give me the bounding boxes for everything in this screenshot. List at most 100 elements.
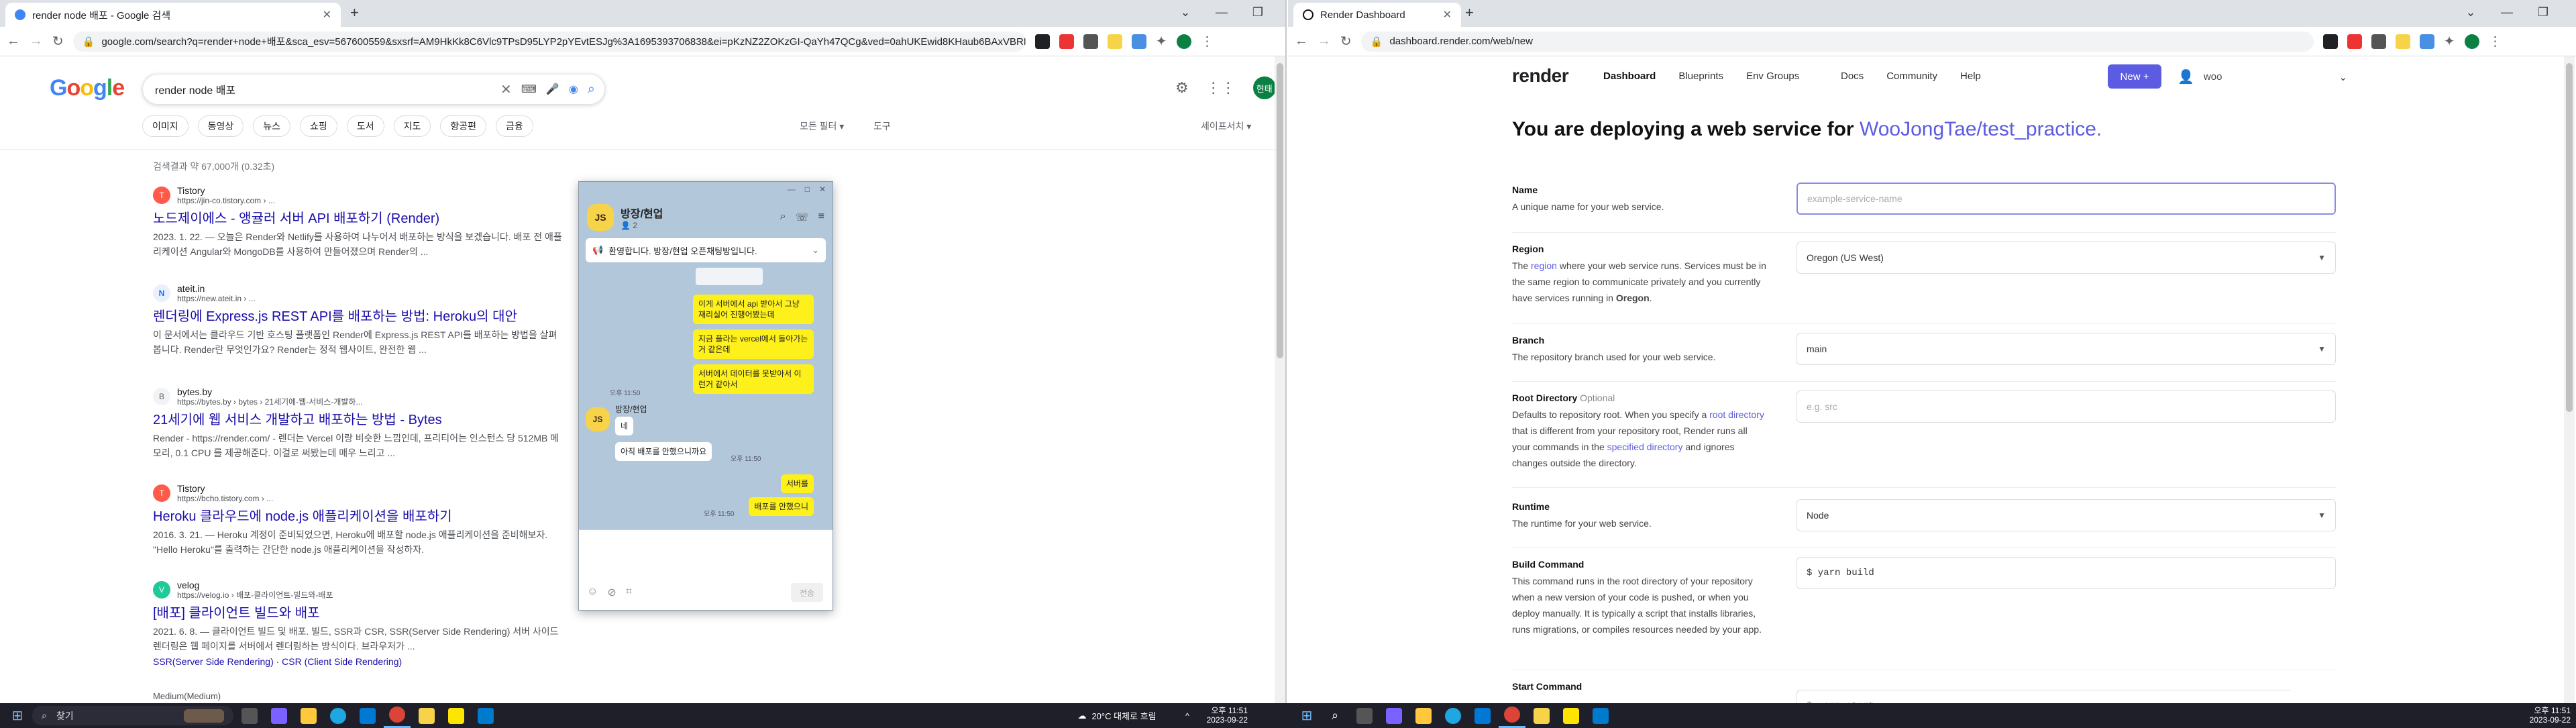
extension-icon[interactable] xyxy=(1107,34,1122,49)
menu-icon[interactable]: ≡ xyxy=(818,211,824,224)
profile-icon[interactable] xyxy=(2464,34,2479,49)
minimize-icon[interactable]: — xyxy=(2489,5,2525,19)
clock[interactable]: 오후 11:51 2023-09-22 xyxy=(2522,706,2571,725)
app-icon[interactable] xyxy=(1528,703,1555,728)
gear-icon[interactable]: ⚙ xyxy=(1175,79,1189,97)
chrome-icon[interactable] xyxy=(1499,703,1525,728)
scrollbar-thumb[interactable] xyxy=(2566,63,2573,412)
capture-icon[interactable]: ⌗ xyxy=(626,586,632,599)
vscode-icon[interactable] xyxy=(472,703,499,728)
result-title-link[interactable]: 렌더링에 Express.js REST API를 배포하는 방법: Herok… xyxy=(153,309,562,325)
new-tab-icon[interactable]: + xyxy=(350,4,359,21)
chrome-icon[interactable] xyxy=(384,703,411,728)
all-filters-button[interactable]: 모든 필터 ▾ xyxy=(800,119,844,133)
app-icon[interactable] xyxy=(295,703,322,728)
lens-icon[interactable]: ◉ xyxy=(569,83,578,96)
minimize-icon[interactable]: — xyxy=(788,185,796,197)
vscode-icon[interactable] xyxy=(1587,703,1614,728)
maximize-icon[interactable]: ❐ xyxy=(2525,5,2561,19)
puzzle-icon[interactable]: ✦ xyxy=(2444,33,2455,50)
keyboard-icon[interactable]: ⌨ xyxy=(521,83,537,96)
result-url[interactable]: https://bytes.by › bytes › 21세기에-웹-서비스-개… xyxy=(177,397,362,407)
start-command-input[interactable]: $ yarn start xyxy=(1796,690,2290,703)
region-select[interactable]: Oregon (US West) ▼ xyxy=(1796,242,2336,274)
menu-icon[interactable]: ⋮ xyxy=(1201,33,1214,50)
address-bar[interactable]: 🔒 google.com/search?q=render+node+배포&sca… xyxy=(72,31,1026,52)
result-url[interactable]: https://jin-co.tistory.com › ... xyxy=(177,196,275,205)
kakaotalk-icon[interactable] xyxy=(443,703,470,728)
chevron-down-icon[interactable]: ⌄ xyxy=(1167,5,1203,19)
result-url[interactable]: https://bcho.tistory.com › ... xyxy=(177,494,273,503)
reload-icon[interactable]: ↻ xyxy=(52,33,64,50)
app-icon[interactable] xyxy=(266,703,292,728)
nav-blueprints[interactable]: Blueprints xyxy=(1678,70,1723,82)
puzzle-icon[interactable]: ✦ xyxy=(1156,33,1167,50)
runtime-select[interactable]: Node ▼ xyxy=(1796,499,2336,531)
result-url[interactable]: https://new.ateit.in › ... xyxy=(177,294,256,303)
forward-icon[interactable]: → xyxy=(1318,34,1331,49)
specified-directory-link[interactable]: specified directory xyxy=(1607,441,1683,452)
app-icon[interactable] xyxy=(1381,703,1407,728)
apps-grid-icon[interactable]: ⋮⋮ xyxy=(1206,79,1236,97)
nav-community[interactable]: Community xyxy=(1886,70,1937,82)
extension-icon[interactable] xyxy=(2395,34,2410,49)
extension-icon[interactable] xyxy=(1059,34,1074,49)
windows-start-icon[interactable]: ⊞ xyxy=(5,703,30,728)
search-input[interactable]: render node 배포 xyxy=(155,81,491,97)
attach-icon[interactable]: ⊘ xyxy=(607,586,616,599)
avatar[interactable]: 현태 xyxy=(1252,76,1276,99)
chip-finance[interactable]: 금융 xyxy=(495,115,533,137)
app-icon[interactable] xyxy=(413,703,440,728)
search-icon[interactable]: ⌕ xyxy=(588,82,595,97)
extension-icon[interactable] xyxy=(1131,34,1146,49)
clear-icon[interactable]: ✕ xyxy=(500,81,512,98)
edge-icon[interactable] xyxy=(1440,703,1466,728)
extension-icon[interactable] xyxy=(2322,34,2338,49)
search-box[interactable]: render node 배포 ✕ ⌨ 🎤 ◉ ⌕ xyxy=(142,74,605,105)
new-tab-icon[interactable]: + xyxy=(1465,4,1474,21)
close-icon[interactable]: ✕ xyxy=(819,185,826,197)
chip-maps[interactable]: 지도 xyxy=(393,115,431,137)
profile-icon[interactable] xyxy=(1176,34,1191,49)
task-view-icon[interactable] xyxy=(236,703,263,728)
region-link[interactable]: region xyxy=(1531,260,1557,271)
chevron-down-icon[interactable]: ⌄ xyxy=(2453,5,2489,19)
extension-icon[interactable] xyxy=(2347,34,2362,49)
kakaotalk-icon[interactable] xyxy=(1558,703,1585,728)
chip-books[interactable]: 도서 xyxy=(346,115,384,137)
app-icon[interactable] xyxy=(354,703,381,728)
chip-videos[interactable]: 동영상 xyxy=(197,115,244,137)
result-url[interactable]: https://velog.io › 배포-클라이언트-빌드와-배포 xyxy=(177,590,333,600)
maximize-icon[interactable]: ❐ xyxy=(1240,5,1276,19)
taskbar-search[interactable]: ⌕ 찾기 xyxy=(32,706,233,725)
weather-widget[interactable]: ☁ 20°C 대체로 흐림 xyxy=(1060,703,1174,728)
result-title-link[interactable]: Heroku 클라우드에 node.js 애플리케이션을 배포하기 xyxy=(153,509,562,525)
result-title-link[interactable]: [배포] 클라이언트 빌드와 배포 xyxy=(153,605,562,621)
scrollbar-thumb[interactable] xyxy=(1277,63,1283,358)
root-directory-link[interactable]: root directory xyxy=(1709,409,1764,420)
maximize-icon[interactable]: □ xyxy=(805,185,810,197)
root-directory-input[interactable]: e.g. src xyxy=(1796,391,2336,423)
image-message[interactable] xyxy=(696,268,763,285)
search-icon[interactable]: ⌕ xyxy=(780,211,786,224)
scrollbar[interactable] xyxy=(2564,56,2575,703)
edge-icon[interactable] xyxy=(325,703,352,728)
tray-chevron-icon[interactable]: ^ xyxy=(1174,703,1201,728)
scrollbar[interactable] xyxy=(1275,56,1285,703)
back-icon[interactable]: ← xyxy=(7,34,20,49)
extension-icon[interactable] xyxy=(1083,34,1098,49)
build-command-input[interactable]: $ yarn build xyxy=(1796,557,2336,589)
user-menu[interactable]: 👤 woo ⌄ xyxy=(2178,68,2347,85)
nav-docs[interactable]: Docs xyxy=(1841,70,1864,82)
extension-icon[interactable] xyxy=(2371,34,2386,49)
reload-icon[interactable]: ↻ xyxy=(1340,33,1352,50)
send-button[interactable]: 전송 xyxy=(791,583,823,602)
windows-start-icon[interactable]: ⊞ xyxy=(1295,703,1319,728)
close-tab-icon[interactable]: ✕ xyxy=(1443,8,1452,21)
clock[interactable]: 오후 11:51 2023-09-22 xyxy=(1201,706,1248,725)
name-input[interactable]: example-service-name xyxy=(1796,183,2336,215)
chevron-down-icon[interactable]: ⌄ xyxy=(812,245,819,256)
repo-link[interactable]: WooJongTae/test_practice. xyxy=(1860,118,2102,140)
search-icon[interactable]: ⌕ xyxy=(1322,703,1348,728)
render-logo[interactable]: render xyxy=(1512,65,1569,87)
